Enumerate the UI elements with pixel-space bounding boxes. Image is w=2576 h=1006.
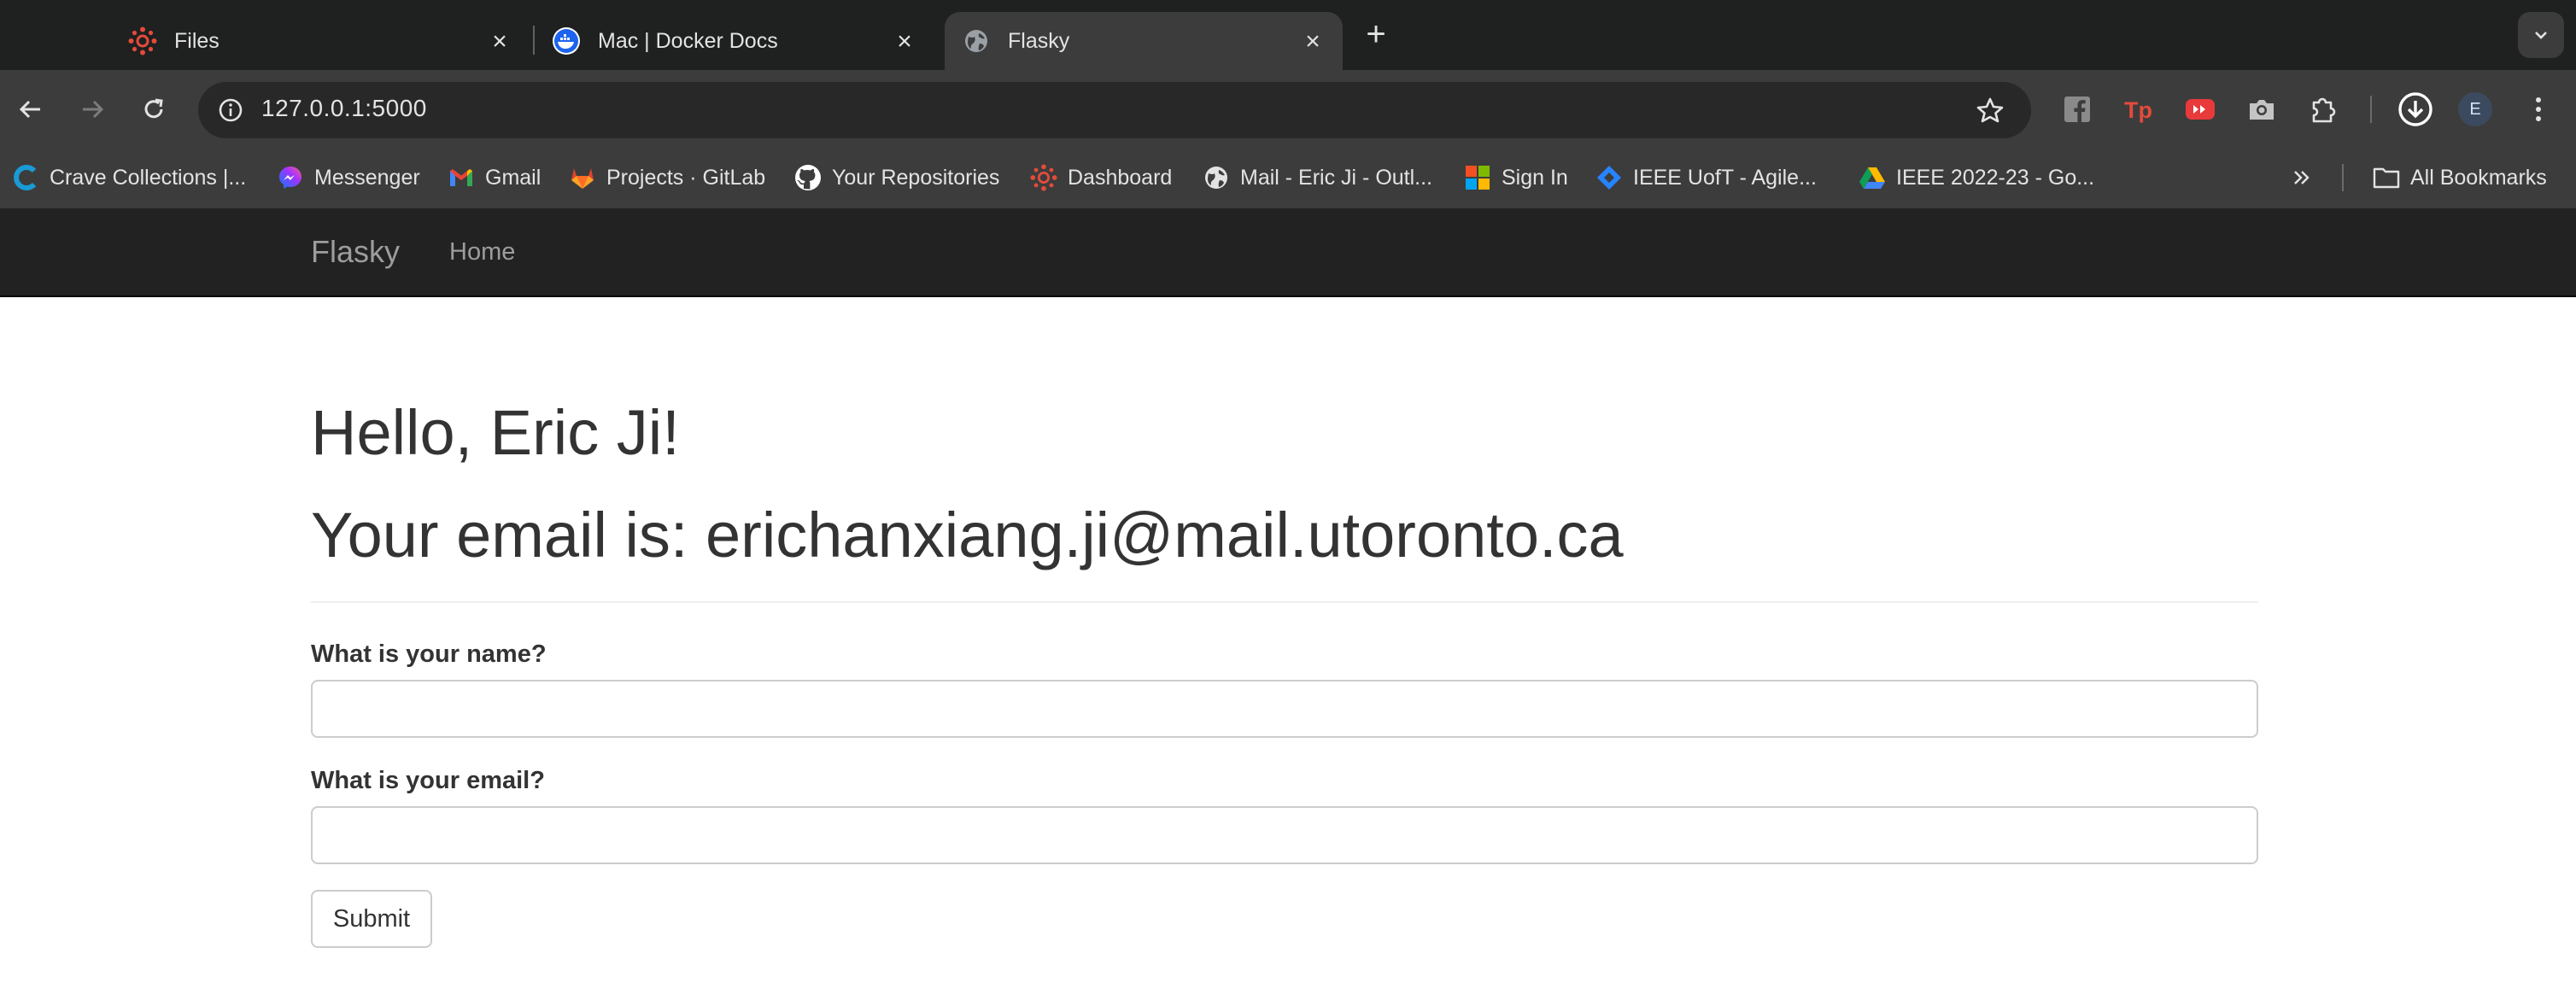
bookmark-outlook-mail[interactable]: Mail - Eric Ji - Outl... [1203,161,1432,195]
tab-flasky[interactable]: Flasky × [945,12,1343,70]
docker-icon [552,26,581,56]
toolbar-separator [2370,96,2372,123]
microsoft-icon [1464,164,1491,191]
messenger-icon [277,164,304,191]
tab-title: Flasky [1008,28,1070,53]
more-bookmarks-button[interactable] [2289,161,2315,195]
jira-icon [1595,164,1623,191]
puzzle-extensions-icon[interactable] [2303,89,2344,130]
profile-avatar[interactable]: E [2458,92,2492,126]
bookmark-dashboard[interactable]: Dashboard [1030,161,1172,195]
bookmark-star-icon[interactable] [1973,93,2007,127]
tab-strip: Files × Mac | Docker Docs × Flasky × + [0,0,2576,70]
canvas-lms-icon [128,26,157,56]
tab-separator [533,26,535,55]
browser-menu-button[interactable] [2518,89,2559,130]
crave-icon [12,164,39,191]
chevron-down-icon [2535,32,2547,39]
more-vertical-icon [2536,97,2541,121]
bookmark-label: Gmail [485,165,542,190]
greeting-heading: Hello, Eric Ji! [311,397,680,468]
bookmark-github[interactable]: Your Repositories [794,161,999,195]
bookmarks-separator [2342,164,2344,191]
bookmark-label: Your Repositories [832,165,1000,190]
download-icon [2398,92,2433,126]
close-icon[interactable]: × [893,29,916,55]
bookmark-messenger[interactable]: Messenger [277,161,420,195]
bookmark-ieee-drive[interactable]: IEEE 2022-23 - Go... [1859,161,2094,195]
globe-icon [962,26,991,56]
bookmark-gmail[interactable]: Gmail [448,161,541,195]
svg-text:Tp: Tp [2124,97,2152,123]
divider [311,601,2258,603]
canvas-lms-icon [1030,164,1057,191]
bookmark-label: Mail - Eric Ji - Outl... [1240,165,1433,190]
bookmark-gitlab[interactable]: Projects · GitLab [569,161,765,195]
new-tab-button[interactable]: + [1361,17,1390,51]
email-input[interactable] [311,806,2258,864]
bookmark-crave[interactable]: Crave Collections |... [12,161,246,195]
nav-home-link[interactable]: Home [449,238,515,266]
tab-search-button[interactable] [2518,12,2564,58]
bookmark-ieee-jira[interactable]: IEEE UofT - Agile... [1595,161,1817,195]
bookmark-sign-in[interactable]: Sign In [1464,161,1568,195]
gmail-icon [448,164,475,191]
tab-title: Files [174,28,220,53]
close-icon[interactable]: × [489,29,511,55]
facebook-extension-icon[interactable] [2057,89,2098,130]
reload-button[interactable] [135,91,173,128]
tab-files[interactable]: Files × [128,12,530,70]
back-button[interactable] [12,91,50,128]
site-brand-link[interactable]: Flasky [311,234,400,270]
arrow-right-icon [83,100,104,119]
bookmark-label: Dashboard [1068,165,1173,190]
camera-extension-icon[interactable] [2241,89,2282,130]
bookmark-label: All Bookmarks [2410,165,2547,190]
site-navbar: Flasky Home [0,208,2576,297]
bookmarks-bar: Crave Collections |... Messenger Gmail P… [0,147,2576,208]
google-drive-icon [1859,164,1886,191]
site-info-icon[interactable] [212,91,249,129]
address-bar[interactable]: 127.0.0.1:5000 [198,82,2031,138]
double-chevron-right-icon [2294,171,2310,184]
download-button[interactable] [2395,89,2436,130]
url-text[interactable]: 127.0.0.1:5000 [261,95,427,122]
email-field-label: What is your email? [311,767,545,794]
gitlab-icon [569,164,596,191]
tab-docker-docs[interactable]: Mac | Docker Docs × [552,12,934,70]
all-bookmarks-button[interactable]: All Bookmarks [2373,161,2547,195]
name-input[interactable] [311,680,2258,738]
tab-title: Mac | Docker Docs [598,28,778,53]
forward-button[interactable] [73,91,111,128]
reload-icon [144,98,163,119]
email-heading: Your email is: erichanxiang.ji@mail.utor… [311,500,1624,570]
arrow-left-icon [19,100,40,119]
bookmark-label: Sign In [1502,165,1568,190]
name-field-label: What is your name? [311,640,547,668]
submit-button[interactable]: Submit [311,890,432,948]
bookmark-label: Projects · GitLab [606,165,766,190]
github-icon [794,164,822,191]
bookmark-label: IEEE 2022-23 - Go... [1896,165,2095,190]
bookmark-label: Messenger [314,165,420,190]
browser-toolbar: 127.0.0.1:5000 Tp E [0,70,2576,147]
close-icon[interactable]: × [1302,29,1324,55]
tp-extension-icon[interactable]: Tp [2118,89,2159,130]
youtube-extension-icon[interactable] [2180,89,2221,130]
globe-icon [1203,164,1230,191]
folder-icon [2373,164,2400,191]
bookmark-label: IEEE UofT - Agile... [1633,165,1817,190]
bookmark-label: Crave Collections |... [50,165,247,190]
